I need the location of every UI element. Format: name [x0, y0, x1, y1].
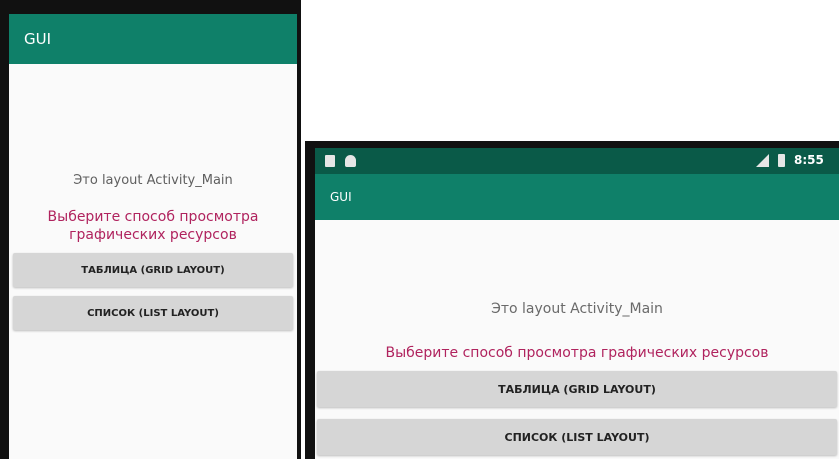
- app-title: GUI: [24, 30, 52, 48]
- app-bar: GUI: [9, 14, 297, 64]
- sd-card-icon: [325, 155, 335, 167]
- grid-layout-button[interactable]: ТАБЛИЦА (GRID LAYOUT): [317, 371, 837, 407]
- app-title: GUI: [330, 190, 352, 204]
- status-time: 8:55: [794, 153, 824, 167]
- grid-layout-button[interactable]: ТАБЛИЦА (GRID LAYOUT): [13, 253, 293, 287]
- signal-icon: [756, 154, 769, 167]
- list-layout-button[interactable]: СПИСОК (LIST LAYOUT): [317, 419, 837, 455]
- battery-icon: [778, 154, 785, 167]
- choose-view-prompt: Выберите способ просмотра графических ре…: [385, 345, 769, 361]
- layout-caption: Это layout Activity_Main: [491, 301, 663, 317]
- landscape-phone: 8:55 GUI Это layout Activity_Main Выбери…: [305, 141, 839, 459]
- list-layout-button[interactable]: СПИСОК (LIST LAYOUT): [13, 296, 293, 330]
- status-bar: 8:55: [315, 148, 839, 174]
- layout-caption: Это layout Activity_Main: [73, 173, 233, 188]
- portrait-phone: GUI Это layout Activity_Main Выберите сп…: [0, 0, 301, 459]
- android-debug-icon: [345, 155, 356, 167]
- landscape-screen: 8:55 GUI Это layout Activity_Main Выбери…: [315, 148, 839, 459]
- app-bar: GUI: [315, 174, 839, 220]
- choose-view-prompt: Выберите способ просмотра графических ре…: [47, 209, 259, 243]
- portrait-screen: GUI Это layout Activity_Main Выберите сп…: [9, 14, 297, 459]
